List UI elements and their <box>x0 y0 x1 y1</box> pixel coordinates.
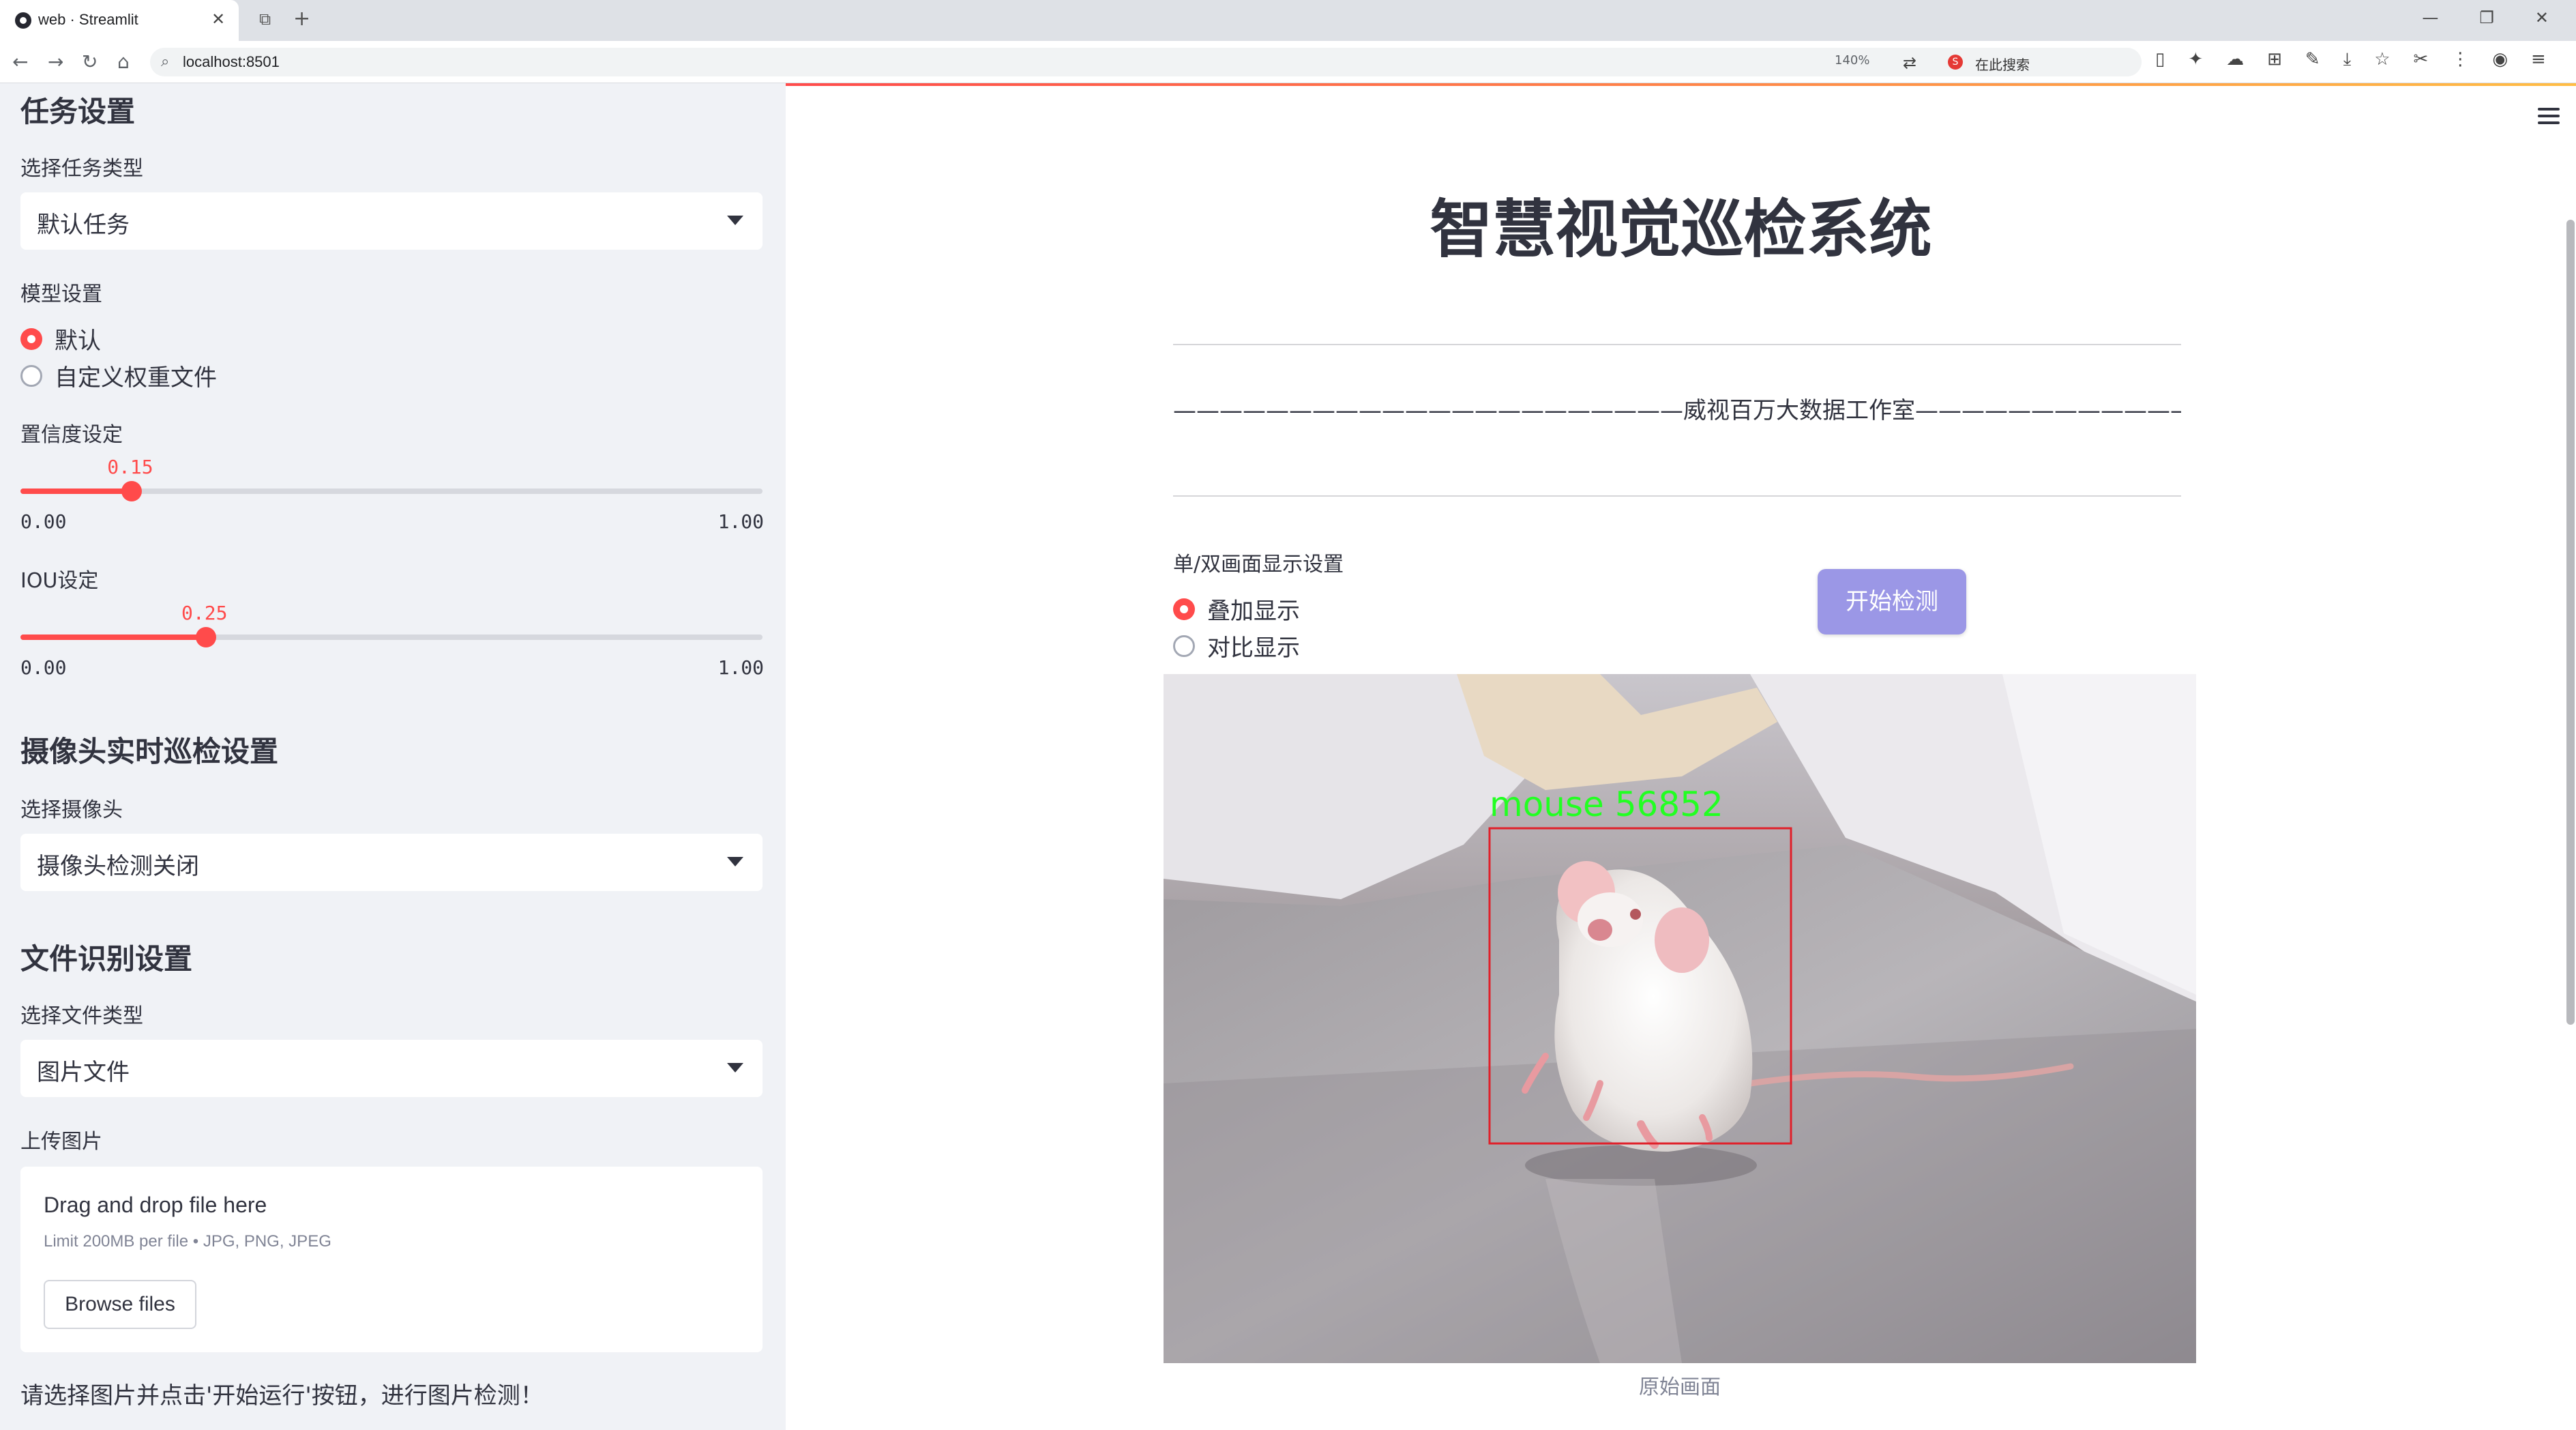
upload-label: 上传图片 <box>20 1130 102 1154</box>
iou-max: 1.00 <box>717 656 764 679</box>
top-accent-bar <box>786 83 2576 86</box>
confidence-slider[interactable] <box>20 481 763 501</box>
file-type-select[interactable]: 图片文件 <box>20 1040 763 1097</box>
iou-slider-fill <box>20 634 206 640</box>
back-icon[interactable]: ← <box>12 50 28 73</box>
iou-label: IOU设定 <box>20 569 99 593</box>
radio-unselected-icon[interactable] <box>1173 634 1195 657</box>
detection-image: mouse 56852 <box>1164 674 2196 1363</box>
task-section-title: 任务设置 <box>20 95 136 128</box>
search-placeholder: 在此搜索 <box>1975 57 2030 73</box>
more-icon[interactable]: ⋮ <box>2451 49 2469 70</box>
confidence-label: 置信度设定 <box>20 423 123 447</box>
dropzone-title: Drag and drop file here <box>44 1193 267 1217</box>
radio-unselected-icon[interactable] <box>20 364 42 387</box>
browser-search-field[interactable]: S 在此搜索 <box>1937 48 2142 76</box>
home-icon[interactable]: ⌂ <box>117 50 130 73</box>
menu-icon[interactable]: ≡ <box>2531 49 2546 70</box>
confidence-slider-fill <box>20 488 132 494</box>
minimize-icon[interactable]: — <box>2422 8 2438 27</box>
chevron-down-icon <box>727 1063 743 1072</box>
browser-tab[interactable]: web · Streamlit ✕ <box>0 0 239 41</box>
model-option-label: 默认 <box>55 327 101 355</box>
confidence-min: 0.00 <box>20 510 67 533</box>
model-option-label: 自定义权重文件 <box>55 364 217 392</box>
cut-icon[interactable]: ✂ <box>2414 49 2429 70</box>
extension-icon[interactable]: ✦ <box>2188 49 2203 70</box>
site-info-icon[interactable]: ⌕ <box>161 53 169 70</box>
divider-bottom <box>1173 495 2181 497</box>
model-option-custom[interactable]: 自定义权重文件 <box>20 359 217 392</box>
confidence-max: 1.00 <box>717 510 764 533</box>
tab-title: web · Streamlit <box>38 11 138 28</box>
profile-avatar-icon[interactable]: ◉ <box>2492 49 2508 70</box>
phone-icon[interactable]: ▯ <box>2155 49 2165 70</box>
start-detection-button[interactable]: 开始检测 <box>1818 569 1966 634</box>
tab-close-icon[interactable]: ✕ <box>211 10 225 29</box>
cloud-icon[interactable]: ☁ <box>2226 49 2244 70</box>
confidence-value: 0.15 <box>107 456 153 478</box>
camera-value: 摄像头检测关闭 <box>37 853 199 880</box>
iou-value: 0.25 <box>181 602 228 624</box>
model-label: 模型设置 <box>20 282 102 306</box>
chevron-down-icon <box>727 857 743 866</box>
dropzone-limit: Limit 200MB per file • JPG, PNG, JPEG <box>44 1232 331 1251</box>
model-option-default[interactable]: 默认 <box>20 322 101 355</box>
task-type-value: 默认任务 <box>37 211 130 239</box>
radio-selected-icon[interactable] <box>20 327 42 350</box>
file-type-label: 选择文件类型 <box>20 1004 143 1028</box>
download-icon[interactable]: ⤓ <box>2343 49 2352 70</box>
browse-files-button[interactable]: Browse files <box>44 1280 196 1329</box>
divider-top <box>1173 344 2181 345</box>
main-content: 智慧视觉巡检系统 ——————————————————————威视百万大数据工作… <box>786 83 2576 1430</box>
image-caption: 原始画面 <box>1639 1375 1721 1399</box>
zoom-level[interactable]: 140% <box>1835 53 1869 68</box>
detection-label: mouse 56852 <box>1490 785 1723 824</box>
page-subtitle: ——————————————————————威视百万大数据工作室————————… <box>1173 397 2181 424</box>
sidebar-note: 请选择图片并点击'开始运行'按钮，进行图片检测！ <box>20 1382 544 1410</box>
file-section-title: 文件识别设置 <box>20 942 193 976</box>
mouse-photo: mouse 56852 <box>1164 674 2196 1363</box>
streamlit-favicon-icon <box>15 12 31 29</box>
radio-selected-icon[interactable] <box>1173 598 1195 620</box>
file-dropzone[interactable]: Drag and drop file here Limit 200MB per … <box>20 1167 763 1352</box>
iou-min: 0.00 <box>20 656 67 679</box>
display-option-overlay[interactable]: 叠加显示 <box>1173 592 1300 626</box>
pen-icon[interactable]: ✎ <box>2305 49 2320 70</box>
favorites-icon[interactable]: ☆ <box>2374 49 2390 70</box>
task-type-label: 选择任务类型 <box>20 157 143 181</box>
browser-toolbar: ▯ ✦ ☁ ⊞ ✎ ⤓ ☆ ✂ ⋮ ◉ ≡ <box>2155 49 2546 70</box>
browser-tab-bar: web · Streamlit ✕ ⧉ + — ❐ ✕ <box>0 0 2576 41</box>
restore-icon[interactable]: ❐ <box>2479 8 2494 27</box>
url-text: localhost:8501 <box>183 53 280 70</box>
scrollbar-thumb[interactable] <box>2566 220 2575 1025</box>
hamburger-menu-icon[interactable] <box>2538 108 2560 128</box>
iou-slider[interactable] <box>20 627 763 647</box>
camera-select[interactable]: 摄像头检测关闭 <box>20 834 763 891</box>
display-mode-label: 单/双画面显示设置 <box>1173 553 1344 577</box>
tab-groups-icon[interactable]: ⧉ <box>259 10 271 29</box>
translate-icon[interactable]: ⇄ <box>1903 53 1916 72</box>
display-option-label: 叠加显示 <box>1207 598 1300 625</box>
camera-label: 选择摄像头 <box>20 798 123 822</box>
new-tab-icon[interactable]: + <box>293 7 310 31</box>
file-type-value: 图片文件 <box>37 1059 130 1086</box>
chevron-down-icon <box>727 216 743 225</box>
url-field[interactable]: ⌕ localhost:8501 140% ⇄ ϟ ◘ ➦ ☆ <box>150 48 2142 76</box>
window-close-icon[interactable]: ✕ <box>2535 8 2549 27</box>
display-option-label: 对比显示 <box>1207 634 1300 662</box>
confidence-slider-thumb[interactable] <box>121 481 143 501</box>
search-engine-icon[interactable]: S <box>1948 55 1963 70</box>
page-title: 智慧视觉巡检系统 <box>1430 193 1932 266</box>
translate-ext-icon[interactable]: ⊞ <box>2267 49 2282 70</box>
forward-icon[interactable]: → <box>48 50 63 73</box>
sidebar: 任务设置 选择任务类型 默认任务 模型设置 默认 自定义权重文件 置信度设定 0… <box>0 83 786 1430</box>
camera-section-title: 摄像头实时巡检设置 <box>20 735 279 768</box>
iou-slider-thumb[interactable] <box>196 627 216 647</box>
display-option-compare[interactable]: 对比显示 <box>1173 629 1300 662</box>
task-type-select[interactable]: 默认任务 <box>20 192 763 250</box>
window-controls: — ❐ ✕ <box>2422 8 2549 27</box>
reload-icon[interactable]: ↻ <box>82 50 98 73</box>
